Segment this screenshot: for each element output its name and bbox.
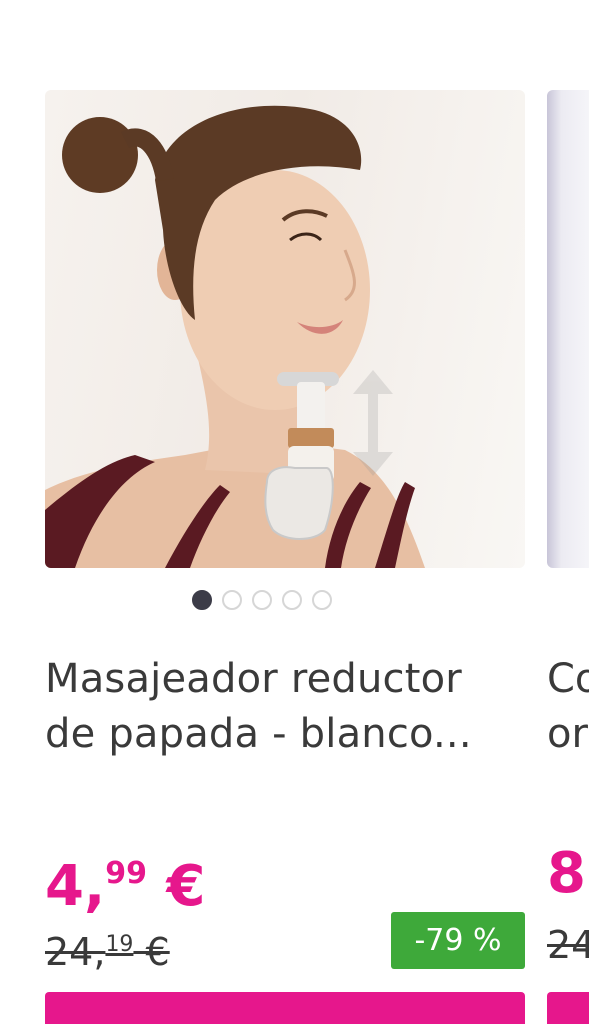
carousel-dot-1[interactable] (192, 590, 212, 610)
discount-badge: -79 % (391, 912, 525, 969)
next-product-card[interactable]: Co or 8, 24 (547, 90, 589, 1024)
product-card[interactable]: Masajeador reductor de papada - blanco..… (45, 90, 525, 1024)
product-image[interactable] (45, 90, 525, 568)
price-cents: 99 (105, 856, 147, 891)
carousel-dot-4[interactable] (282, 590, 302, 610)
add-to-cart-button[interactable] (45, 992, 525, 1024)
next-product-old-price: 24 (547, 923, 589, 967)
old-price-integer: 24, (45, 930, 106, 974)
old-price-cents: 19 (105, 932, 134, 957)
price-currency: € (147, 854, 206, 919)
next-product-title[interactable]: Co or (547, 652, 589, 762)
carousel-dot-5[interactable] (312, 590, 332, 610)
next-product-price: 8, (547, 841, 589, 906)
product-carousel: Masajeador reductor de papada - blanco..… (0, 0, 589, 1024)
product-photo (45, 105, 425, 568)
old-price: 24,19 € (45, 922, 170, 975)
product-title[interactable]: Masajeador reductor de papada - blanco..… (45, 652, 525, 762)
next-product-image[interactable] (547, 90, 589, 568)
current-price: 4,99 € (45, 842, 205, 919)
carousel-dot-2[interactable] (222, 590, 242, 610)
carousel-dot-3[interactable] (252, 590, 272, 610)
price-integer: 4, (45, 854, 106, 919)
next-add-to-cart-button[interactable] (547, 992, 589, 1024)
old-price-currency: € (133, 930, 170, 974)
carousel-dots (192, 590, 332, 610)
